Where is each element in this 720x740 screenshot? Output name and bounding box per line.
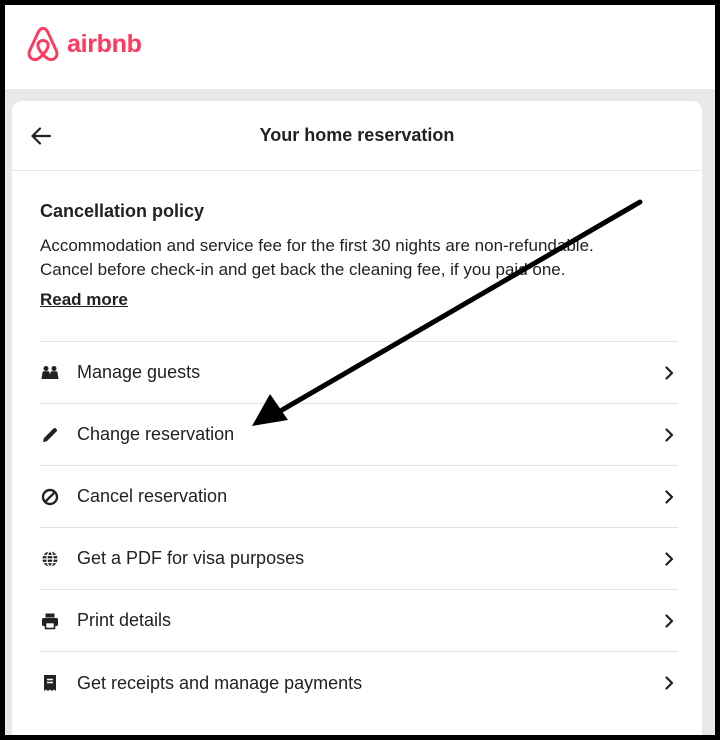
chevron-right-icon bbox=[665, 427, 674, 442]
menu-item-manage-guests[interactable]: Manage guests bbox=[40, 342, 678, 404]
receipt-icon bbox=[40, 673, 60, 693]
policy-line-2: Cancel before check-in and get back the … bbox=[40, 260, 566, 279]
printer-icon bbox=[40, 611, 60, 631]
app-window: airbnb Your home reservation Cancellatio… bbox=[5, 5, 715, 735]
guests-icon bbox=[40, 363, 60, 383]
cancellation-policy-section: Cancellation policy Accommodation and se… bbox=[40, 201, 690, 310]
reservation-card: Your home reservation Cancellation polic… bbox=[12, 101, 702, 735]
read-more-link[interactable]: Read more bbox=[40, 290, 128, 310]
pencil-icon bbox=[40, 425, 60, 445]
chevron-right-icon bbox=[665, 676, 674, 690]
cancel-icon bbox=[40, 487, 60, 507]
menu-item-change-reservation[interactable]: Change reservation bbox=[40, 404, 678, 466]
policy-line-1: Accommodation and service fee for the fi… bbox=[40, 236, 594, 255]
chevron-right-icon bbox=[665, 489, 674, 504]
brand-name: airbnb bbox=[67, 29, 142, 58]
menu-item-receipts-payments[interactable]: Get receipts and manage payments bbox=[40, 652, 678, 714]
airbnb-logo[interactable]: airbnb bbox=[25, 25, 142, 63]
top-bar: airbnb bbox=[5, 5, 715, 89]
menu-item-label: Get a PDF for visa purposes bbox=[77, 548, 305, 568]
menu-item-label: Change reservation bbox=[77, 424, 235, 444]
menu-item-label: Manage guests bbox=[77, 362, 201, 382]
menu-item-visa-pdf[interactable]: Get a PDF for visa purposes bbox=[40, 528, 678, 590]
globe-icon bbox=[40, 549, 60, 569]
card-header: Your home reservation bbox=[12, 101, 702, 171]
menu-item-label: Cancel reservation bbox=[77, 486, 228, 506]
menu-item-label: Print details bbox=[77, 610, 172, 630]
chevron-right-icon bbox=[665, 551, 674, 566]
menu-item-print-details[interactable]: Print details bbox=[40, 590, 678, 652]
reservation-actions-list: Manage guests Change reservation Cancel … bbox=[40, 341, 678, 714]
chevron-right-icon bbox=[665, 613, 674, 628]
policy-title: Cancellation policy bbox=[40, 201, 205, 221]
menu-item-label: Get receipts and manage payments bbox=[77, 672, 363, 693]
airbnb-logo-icon bbox=[27, 26, 59, 62]
policy-description: Accommodation and service fee for the fi… bbox=[40, 234, 690, 282]
chevron-right-icon bbox=[665, 365, 674, 380]
page-title: Your home reservation bbox=[259, 125, 455, 145]
menu-item-cancel-reservation[interactable]: Cancel reservation bbox=[40, 466, 678, 528]
